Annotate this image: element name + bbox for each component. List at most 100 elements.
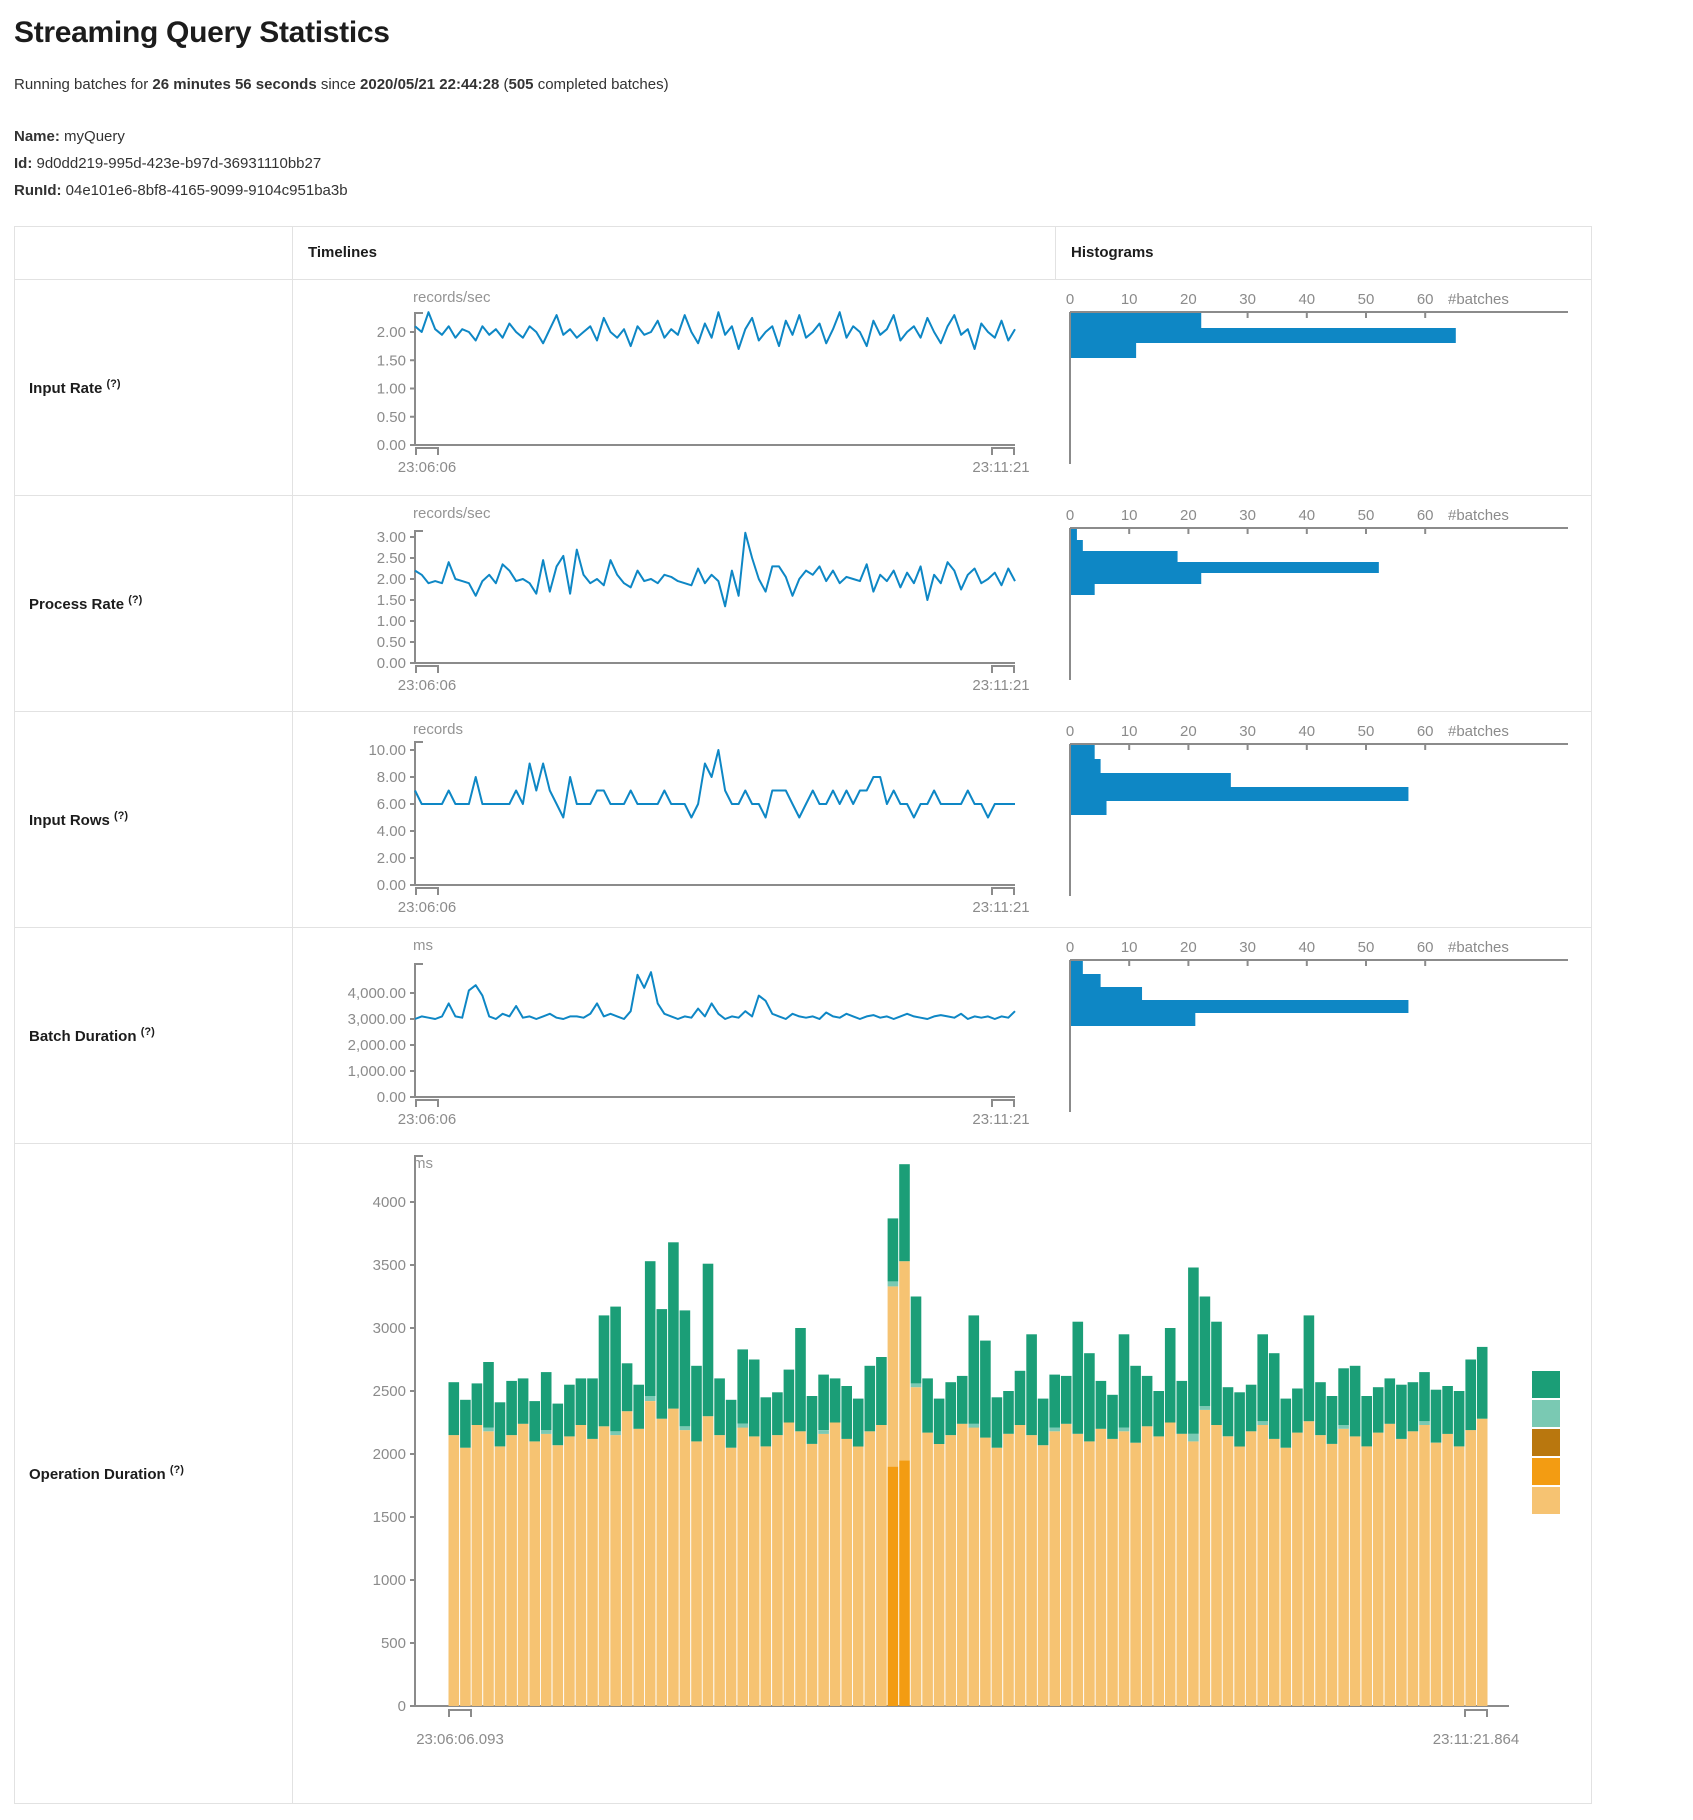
- help-icon[interactable]: (?): [107, 378, 121, 390]
- op-bar-segment: [1188, 1434, 1199, 1442]
- timeline-axis: [415, 964, 1015, 1097]
- op-bar-segment: [460, 1400, 471, 1448]
- op-bar-segment: [1477, 1347, 1488, 1419]
- op-bar-segment: [1026, 1435, 1037, 1706]
- header-empty-cell: [15, 227, 293, 279]
- help-icon[interactable]: (?): [170, 1464, 184, 1476]
- op-bar-segment: [1153, 1391, 1164, 1436]
- timeline-unit-label: ms: [413, 937, 433, 954]
- op-bar-segment: [1465, 1430, 1476, 1706]
- op-bar-segment: [1084, 1441, 1095, 1706]
- op-bar-segment: [1142, 1376, 1153, 1426]
- operation-duration-stacked-chart: ms4000350030002500200015001000500023:06:…: [293, 1144, 1591, 1803]
- charts-cell: records/sec3.002.502.001.501.000.500.002…: [293, 496, 1591, 711]
- op-bar-segment: [1177, 1381, 1188, 1434]
- y-tick-label: 1,000.00: [348, 1063, 406, 1080]
- op-bar-segment: [1200, 1297, 1211, 1407]
- op-bar-segment: [1373, 1433, 1384, 1706]
- query-id-value: 9d0dd219-995d-423e-b97d-36931110bb27: [37, 155, 322, 172]
- op-bar-segment: [1026, 1334, 1037, 1435]
- op-bar-segment: [680, 1310, 691, 1426]
- histogram-bar: [1071, 562, 1379, 573]
- table-header-row: Timelines Histograms: [15, 227, 1591, 280]
- op-bar-segment: [1188, 1441, 1199, 1706]
- y-tick-label: 2000: [373, 1446, 406, 1463]
- op-bar-segment: [1396, 1385, 1407, 1439]
- help-icon[interactable]: (?): [114, 810, 128, 822]
- op-bar-segment: [1211, 1322, 1222, 1425]
- op-bar-segment: [622, 1411, 633, 1706]
- op-bar-segment: [610, 1435, 621, 1706]
- op-bar-segment: [934, 1399, 945, 1444]
- row-label-cell: Batch Duration (?): [15, 928, 293, 1143]
- op-bar-segment: [610, 1307, 621, 1432]
- op-bar-segment: [657, 1419, 668, 1706]
- op-bar-segment: [680, 1430, 691, 1706]
- op-bar-segment: [737, 1424, 748, 1428]
- x-tick-label: 30: [1239, 507, 1256, 524]
- op-bar-segment: [737, 1349, 748, 1423]
- op-bar-segment: [645, 1396, 656, 1401]
- y-tick-label: 1.50: [377, 352, 406, 369]
- op-bar-segment: [564, 1436, 575, 1706]
- op-bar-segment: [1049, 1428, 1060, 1432]
- row-label-cell: Process Rate (?): [15, 496, 293, 711]
- y-tick-label: 2.50: [377, 550, 406, 567]
- op-bar-segment: [818, 1430, 829, 1434]
- op-bar-segment: [1419, 1425, 1430, 1706]
- op-bar-segment: [599, 1315, 610, 1426]
- op-bar-segment: [576, 1425, 587, 1706]
- y-tick-label: 3.00: [377, 529, 406, 546]
- y-tick-label: 10.00: [368, 742, 406, 759]
- op-bar-segment: [1292, 1433, 1303, 1706]
- timeline-series-line: [415, 972, 1015, 1019]
- op-bar-segment: [1073, 1322, 1084, 1434]
- op-bar-segment: [888, 1467, 899, 1706]
- histogram-bar: [1071, 551, 1178, 562]
- op-bar-segment: [1442, 1434, 1453, 1706]
- op-bar-segment: [576, 1378, 587, 1425]
- page-title: Streaming Query Statistics: [14, 16, 1686, 50]
- histogram-bar: [1071, 1013, 1195, 1026]
- op-bar-segment: [737, 1428, 748, 1707]
- op-bar-segment: [1327, 1396, 1338, 1444]
- x-start-bracket: [416, 888, 438, 895]
- op-bar-segment: [1165, 1423, 1176, 1707]
- histogram-bar: [1071, 540, 1083, 551]
- op-bar-segment: [841, 1386, 852, 1439]
- y-tick-label: 1.50: [377, 592, 406, 609]
- op-bar-segment: [1211, 1425, 1222, 1706]
- op-bar-segment: [714, 1435, 725, 1706]
- op-bar-segment: [1477, 1419, 1488, 1706]
- op-bar-segment: [772, 1435, 783, 1706]
- histogram-bar: [1071, 974, 1101, 987]
- op-bar-segment: [1049, 1431, 1060, 1706]
- page: Streaming Query Statistics Running batch…: [14, 0, 1686, 204]
- x-tick-label: 30: [1239, 939, 1256, 956]
- op-bar-segment: [830, 1423, 841, 1707]
- help-icon[interactable]: (?): [141, 1026, 155, 1038]
- op-bar-segment: [1281, 1399, 1292, 1448]
- timeline-unit-label: records: [413, 721, 463, 738]
- x-tick-label: 10: [1121, 939, 1138, 956]
- op-bar-segment: [1188, 1268, 1199, 1434]
- op-bar-segment: [1234, 1392, 1245, 1446]
- op-bar-segment: [1061, 1424, 1072, 1706]
- op-bar-segment: [1385, 1424, 1396, 1706]
- y-tick-label: 2.00: [377, 850, 406, 867]
- x-end-bracket: [992, 448, 1014, 455]
- timeline-unit-label: records/sec: [413, 289, 491, 306]
- y-tick-label: 4,000.00: [348, 985, 406, 1002]
- op-bar-segment: [1454, 1446, 1465, 1706]
- op-bar-segment: [1292, 1389, 1303, 1433]
- histogram-bar: [1071, 584, 1095, 595]
- op-bar-segment: [506, 1381, 517, 1435]
- y-tick-label: 0.50: [377, 409, 406, 426]
- op-bar-segment: [1269, 1439, 1280, 1706]
- x-tick-label: 40: [1298, 291, 1315, 308]
- op-bar-segment: [818, 1434, 829, 1706]
- x-tick-label: 60: [1417, 507, 1434, 524]
- op-bar-segment: [795, 1328, 806, 1431]
- help-icon[interactable]: (?): [128, 594, 142, 606]
- x-end-bracket: [1465, 1710, 1487, 1717]
